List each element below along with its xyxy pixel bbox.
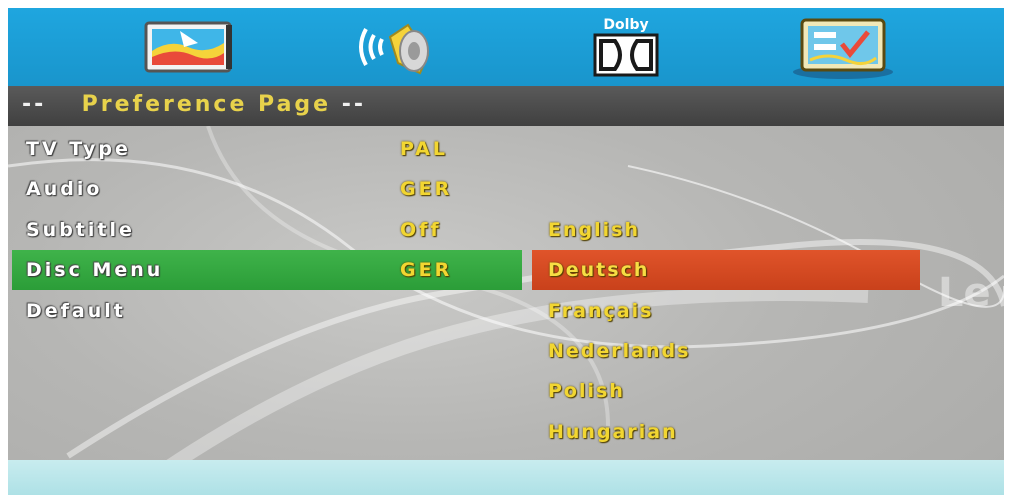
setup-tab-bar: Dolby [8, 8, 1004, 86]
menu-value-audio: GER [400, 178, 453, 200]
menu-value-tv-type: PAL [400, 138, 448, 160]
page-header: -- Preference Page -- [8, 86, 1004, 126]
background-swirl [8, 126, 1004, 495]
title-text: Preference Page [81, 92, 332, 117]
option-nederlands[interactable]: Nederlands [548, 340, 690, 362]
tv-picture-icon [144, 21, 232, 73]
tab-picture-setup[interactable] [128, 12, 248, 82]
menu-item-subtitle[interactable]: Subtitle [26, 219, 135, 241]
dvd-setup-screen: Dolby -- Preference Page -- TV Type PAL … [8, 8, 1004, 495]
tab-audio-setup[interactable] [338, 12, 458, 82]
title-dashes-left: -- [22, 92, 47, 117]
menu-item-audio[interactable]: Audio [26, 178, 102, 200]
menu-value-disc-menu: GER [400, 259, 453, 281]
preference-checklist-icon [793, 18, 893, 79]
dolby-icon: Dolby [593, 17, 659, 77]
background-logo-text: Le [938, 270, 991, 316]
option-polish[interactable]: Polish [548, 380, 625, 402]
tab-preference-setup[interactable] [783, 12, 903, 82]
option-deutsch[interactable]: Deutsch [548, 259, 649, 281]
option-english[interactable]: English [548, 219, 640, 241]
menu-item-default[interactable]: Default [26, 300, 126, 322]
tab-dolby-setup[interactable]: Dolby [566, 12, 686, 82]
menu-item-disc-menu[interactable]: Disc Menu [26, 259, 163, 281]
option-francais[interactable]: Français [548, 300, 653, 322]
menu-value-subtitle: Off [400, 219, 442, 241]
bottom-help-bar [8, 460, 1004, 495]
menu-item-tv-type[interactable]: TV Type [26, 138, 131, 160]
title-dashes-right: -- [341, 92, 367, 117]
dolby-label: Dolby [603, 17, 648, 33]
page-title: -- Preference Page -- [22, 92, 366, 117]
option-hungarian[interactable]: Hungarian [548, 421, 678, 443]
speaker-icon [359, 23, 430, 75]
